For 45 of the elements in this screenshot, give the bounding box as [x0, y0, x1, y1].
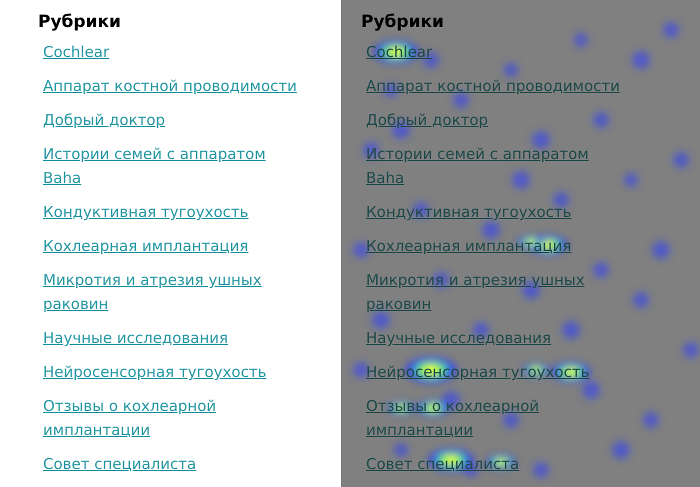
heat-spot: [593, 112, 609, 128]
heat-spot: [683, 342, 699, 358]
heat-spot: [512, 171, 530, 189]
category-link[interactable]: Аппарат костной проводимости: [366, 74, 625, 98]
heat-spot: [673, 152, 689, 168]
heat-spot: [562, 321, 580, 339]
heat-spot: [532, 131, 550, 149]
heat-spot: [652, 241, 670, 259]
heat-spot: [612, 441, 630, 459]
heat-spot: [353, 242, 369, 258]
heat-spot: [624, 173, 638, 187]
heat-spot: [663, 22, 679, 38]
category-link[interactable]: Добрый доктор: [43, 108, 302, 132]
category-link[interactable]: Научные исследования: [43, 326, 302, 350]
heat-spot: [593, 262, 609, 278]
category-link[interactable]: Научные исследования: [366, 326, 625, 350]
category-link[interactable]: Кондуктивная тугоухость: [43, 200, 302, 224]
category-link[interactable]: Cochlear: [43, 40, 302, 64]
heat-spot: [533, 462, 549, 478]
heat-spot: [353, 362, 369, 378]
heat-spot: [643, 412, 659, 428]
heat-spot: [574, 33, 588, 47]
category-link[interactable]: Аппарат костной проводимости: [43, 74, 302, 98]
section-title: Рубрики: [361, 11, 444, 34]
category-link[interactable]: Отзывы о кохлеарной имплантации: [43, 394, 302, 442]
heat-spot: [372, 311, 390, 329]
heat-spot: [632, 51, 650, 69]
category-link[interactable]: Кохлеарная имплантация: [43, 234, 302, 258]
heat-spot: [394, 443, 408, 457]
category-link[interactable]: Микротия и атрезия ушных раковин: [366, 268, 625, 316]
category-link[interactable]: Истории семей с аппаратом Baha: [43, 142, 302, 190]
heat-spot: [553, 192, 569, 208]
category-link[interactable]: Нейросенсорная тугоухость: [43, 360, 302, 384]
category-link[interactable]: Совет специалиста: [43, 452, 302, 476]
category-link[interactable]: Добрый доктор: [366, 108, 625, 132]
category-link[interactable]: Микротия и атрезия ушных раковин: [43, 268, 302, 316]
heat-spot: [633, 292, 649, 308]
heat-spot: [482, 221, 500, 239]
category-link[interactable]: Совет специалиста: [366, 452, 625, 476]
category-link[interactable]: Истории семей с аппаратом Baha: [366, 142, 625, 190]
heat-spot: [453, 92, 469, 108]
category-link[interactable]: Кондуктивная тугоухость: [366, 200, 625, 224]
heat-spot: [504, 63, 518, 77]
category-link[interactable]: Отзывы о кохлеарной имплантации: [366, 394, 625, 442]
section-title: Рубрики: [38, 11, 121, 34]
